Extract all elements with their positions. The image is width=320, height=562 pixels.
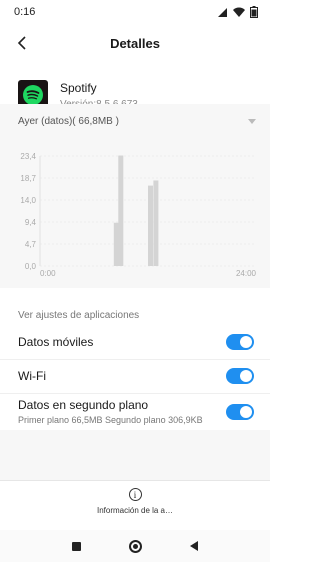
wifi-icon [233, 7, 245, 17]
background-data-label: Datos en segundo plano [18, 398, 149, 412]
divider [0, 359, 270, 360]
navigation-bar [0, 530, 270, 562]
mobile-data-toggle[interactable] [226, 334, 254, 350]
battery-icon [250, 6, 258, 18]
usage-bar [153, 180, 159, 266]
app-info-button[interactable]: i Información de la a… [95, 488, 175, 515]
back-arrow-icon [17, 36, 26, 50]
y-tick-label: 23,4 [20, 152, 36, 161]
y-tick-label: 14,0 [20, 196, 36, 205]
status-icons: 75 [217, 6, 258, 18]
usage-chart: 23,4 18,7 14,0 9,4 4,7 0,00:00 24:00 [20, 152, 257, 278]
app-info-label: Información de la a… [96, 506, 174, 515]
recents-button[interactable] [72, 541, 81, 551]
mobile-data-row[interactable]: Datos móviles [18, 334, 254, 350]
toggle-knob [240, 405, 252, 418]
back-button[interactable] [12, 33, 32, 53]
y-tick-label: 0,0 [25, 262, 37, 271]
wifi-row[interactable]: Wi-Fi [18, 368, 254, 384]
toggle-knob [240, 336, 252, 348]
page-title: Detalles [110, 35, 160, 51]
wifi-toggle[interactable] [226, 368, 254, 384]
signal-icon [218, 7, 227, 17]
y-tick-label: 18,7 [20, 174, 36, 183]
home-button[interactable] [129, 539, 142, 553]
y-tick-label: 9,4 [25, 218, 37, 227]
status-bar: 0:16 75 [0, 0, 270, 24]
dropdown-caret-icon [248, 118, 256, 124]
spacer [0, 430, 270, 480]
app-name: Spotify [60, 80, 97, 95]
back-nav-button[interactable] [190, 541, 198, 551]
background-data-detail: Primer plano 66,5MB Segundo plano 306,9K… [18, 415, 203, 425]
divider [0, 393, 270, 394]
title-bar: Detalles [0, 24, 270, 62]
status-time: 0:16 [14, 6, 36, 18]
usage-bar [148, 185, 153, 266]
section-label: Ver ajustes de aplicaciones [18, 310, 140, 321]
wifi-label: Wi-Fi [18, 369, 46, 383]
x-tick-label: 24:00 [236, 269, 257, 278]
y-tick-label: 4,7 [25, 240, 37, 249]
date-range-value: Ayer (datos)( 66,8MB ) [18, 115, 119, 127]
date-range-dropdown[interactable]: Ayer (datos)( 66,8MB ) [18, 110, 256, 132]
background-data-row[interactable]: Datos en segundo plano Primer plano 66,5… [18, 398, 254, 425]
x-tick-label: 0:00 [40, 269, 56, 278]
background-data-toggle[interactable] [226, 403, 254, 420]
usage-bar [113, 222, 119, 266]
info-icon: i [128, 488, 142, 501]
mobile-data-label: Datos móviles [18, 335, 94, 349]
usage-bar [118, 155, 124, 266]
toggle-knob [240, 370, 252, 382]
